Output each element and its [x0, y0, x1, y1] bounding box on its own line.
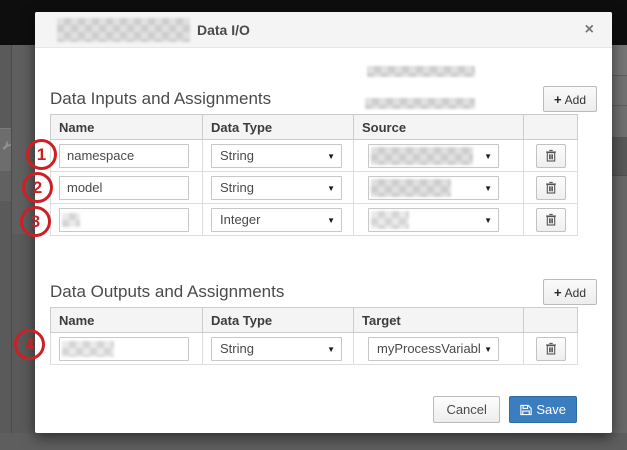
trash-icon: [545, 342, 557, 355]
input-datatype-select[interactable]: String ▼: [211, 144, 342, 168]
annotation-circle-4: 4: [14, 329, 45, 360]
input-source-select[interactable]: ▼: [368, 208, 499, 232]
plus-icon: +: [554, 92, 562, 107]
redacted-source-value: [371, 211, 409, 229]
chevron-down-icon: ▼: [484, 146, 492, 168]
chevron-down-icon: ▼: [484, 339, 492, 361]
trash-icon: [545, 181, 557, 194]
close-icon[interactable]: ×: [581, 20, 598, 40]
table-header-row: Name Data Type Target: [51, 308, 578, 333]
chevron-down-icon: ▼: [327, 339, 335, 361]
input-datatype-select[interactable]: String ▼: [211, 176, 342, 200]
data-outputs-table: Name Data Type Target String ▼ myProcessV…: [50, 307, 578, 365]
chevron-down-icon: ▼: [327, 178, 335, 200]
annotation-circle-1: 1: [26, 139, 57, 170]
column-header-name: Name: [51, 115, 203, 140]
column-header-type: Data Type: [203, 308, 354, 333]
redacted-source-value: [371, 147, 473, 165]
output-datatype-select[interactable]: String ▼: [211, 337, 342, 361]
data-inputs-table: Name Data Type Source String ▼ ▼ String ▼ …: [50, 114, 578, 236]
input-source-select[interactable]: ▼: [368, 144, 499, 168]
column-header-source: Source: [354, 115, 524, 140]
inputs-section-title: Data Inputs and Assignments: [50, 86, 271, 112]
column-header-target: Target: [354, 308, 524, 333]
annotation-circle-2: 2: [22, 172, 53, 203]
column-header-actions: [524, 308, 578, 333]
save-button[interactable]: Save: [509, 396, 577, 423]
trash-icon: [545, 149, 557, 162]
dialog-footer: Cancel Save: [50, 396, 597, 423]
annotation-circle-3: 3: [20, 206, 51, 237]
plus-icon: +: [554, 285, 562, 300]
chevron-down-icon: ▼: [327, 210, 335, 232]
chevron-down-icon: ▼: [484, 210, 492, 232]
save-button-label: Save: [536, 402, 566, 417]
select-value: Integer: [220, 212, 260, 227]
add-output-button[interactable]: +Add: [543, 279, 597, 305]
delete-row-button[interactable]: [536, 144, 566, 168]
backdrop-bottom-band: [0, 433, 627, 450]
backdrop-divider: [11, 44, 12, 434]
delete-row-button[interactable]: [536, 208, 566, 232]
chevron-down-icon: ▼: [484, 178, 492, 200]
dialog-title: Data I/O: [197, 22, 250, 38]
backdrop-right-row: [612, 45, 627, 76]
select-value: String: [220, 148, 254, 163]
delete-row-button[interactable]: [536, 176, 566, 200]
inputs-section-header: Data Inputs and Assignments +Add: [50, 86, 597, 112]
column-header-actions: [524, 115, 578, 140]
redacted-name-value: [62, 341, 114, 357]
dialog-header: Data I/O ×: [35, 12, 612, 48]
data-io-dialog: Data I/O × Data Inputs and Assignments +…: [35, 12, 612, 433]
delete-row-button[interactable]: [536, 337, 566, 361]
redacted-source-value: [365, 98, 475, 109]
select-value: String: [220, 180, 254, 195]
wrench-icon: [1, 140, 11, 152]
redacted-source-value: [367, 66, 475, 77]
select-value: myProcessVariabl: [377, 341, 481, 356]
table-row: String ▼ ▼: [51, 172, 578, 204]
backdrop-right-row: [612, 138, 627, 176]
backdrop-toolbar-button: [0, 171, 11, 201]
outputs-section-title: Data Outputs and Assignments: [50, 279, 284, 305]
select-value: String: [220, 341, 254, 356]
redacted-name-value: [62, 213, 80, 227]
outputs-section-header: Data Outputs and Assignments +Add: [50, 279, 597, 305]
trash-icon: [545, 213, 557, 226]
column-header-type: Data Type: [203, 115, 354, 140]
table-row: String ▼ ▼: [51, 140, 578, 172]
cancel-button[interactable]: Cancel: [433, 396, 499, 423]
add-button-label: Add: [565, 93, 586, 107]
add-input-button[interactable]: +Add: [543, 86, 597, 112]
output-target-select[interactable]: myProcessVariabl▼: [368, 337, 499, 361]
table-header-row: Name Data Type Source: [51, 115, 578, 140]
backdrop-right-row: [612, 106, 627, 138]
input-datatype-select[interactable]: Integer ▼: [211, 208, 342, 232]
input-source-select[interactable]: ▼: [368, 176, 499, 200]
chevron-down-icon: ▼: [327, 146, 335, 168]
add-button-label: Add: [565, 286, 586, 300]
backdrop-right-row: [612, 76, 627, 106]
redacted-source-value: [371, 179, 451, 197]
column-header-name: Name: [51, 308, 203, 333]
table-row: String▼ myProcessVariabl▼: [51, 333, 578, 365]
dialog-body: Data Inputs and Assignments +Add Name Da…: [35, 48, 612, 423]
input-name-field[interactable]: [59, 144, 189, 168]
redacted-node-name: [57, 18, 190, 42]
table-row: Integer ▼ ▼: [51, 204, 578, 236]
floppy-disk-icon: [520, 404, 532, 416]
input-name-field[interactable]: [59, 176, 189, 200]
